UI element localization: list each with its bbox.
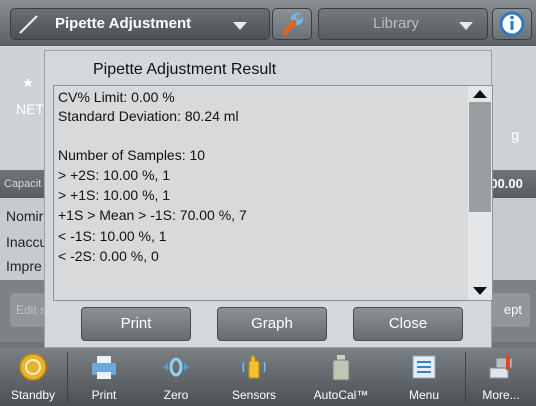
standby-icon [19, 353, 47, 381]
print-button[interactable]: Print [81, 307, 191, 341]
toolbar-autocal[interactable]: AutoCal™ [296, 348, 386, 406]
toolbar-autocal-label: AutoCal™ [313, 388, 369, 402]
scroll-up-arrow-icon[interactable] [473, 90, 487, 98]
result-line-minus2s: < -2S: 0.00 %, 0 [58, 248, 159, 264]
dialog-title: Pipette Adjustment Result [93, 61, 277, 78]
graph-button[interactable]: Graph [217, 307, 327, 341]
info-icon [499, 11, 525, 37]
toolbar-zero[interactable]: Zero [140, 348, 212, 406]
zero-icon [163, 357, 189, 377]
bottom-toolbar: Standby Print Zero Sensors AutoCal™ Menu… [0, 348, 536, 406]
library-label: Library [373, 15, 419, 32]
toolbar-more[interactable]: More... [466, 348, 536, 406]
toolbar-more-label: More... [482, 388, 520, 402]
unit-label: g [511, 127, 520, 144]
row-label-nominal: Nomir [6, 208, 44, 224]
pencil-icon [19, 15, 38, 34]
more-icon [489, 356, 513, 379]
toolbar-print[interactable]: Print [68, 348, 140, 406]
net-label: NET [16, 101, 44, 117]
result-line-cv-limit: CV% Limit: 0.00 % [58, 89, 175, 105]
wrench-button[interactable] [272, 8, 312, 40]
library-selector[interactable]: Library [318, 8, 488, 40]
result-line-minus1s: < -1S: 10.00 %, 1 [58, 228, 167, 244]
top-bar: Pipette Adjustment Library [0, 0, 536, 46]
toolbar-zero-label: Zero [163, 388, 189, 402]
result-line-samples: Number of Samples: 10 [58, 147, 206, 163]
result-line-mean: +1S > Mean > -1S: 70.00 %, 7 [58, 207, 247, 223]
result-line-plus2s: > +2S: 10.00 %, 1 [58, 167, 171, 183]
capacity-label: Capacit [4, 178, 42, 190]
toolbar-print-label: Print [91, 388, 117, 402]
toolbar-menu-label: Menu [408, 388, 440, 402]
toolbar-sensors[interactable]: Sensors [212, 348, 296, 406]
row-label-imprecision: Impre [6, 258, 42, 274]
calibration-weight-icon [332, 355, 350, 381]
wrench-icon [282, 13, 303, 36]
toolbar-sensors-label: Sensors [231, 388, 277, 402]
hand-sensor-icon [242, 355, 266, 379]
stable-indicator: * [24, 76, 32, 98]
result-line-std-dev: Standard Deviation: 80.24 ml [58, 108, 239, 124]
result-dialog: Pipette Adjustment Result CV% Limit: 0.0… [44, 50, 493, 348]
result-text-area: CV% Limit: 0.00 % Standard Deviation: 80… [53, 85, 493, 301]
menu-icon [412, 355, 436, 379]
toolbar-standby[interactable]: Standby [0, 348, 66, 406]
toolbar-menu[interactable]: Menu [386, 348, 462, 406]
chevron-down-icon [459, 22, 473, 30]
application-selector[interactable]: Pipette Adjustment [10, 8, 270, 40]
info-button[interactable] [492, 8, 532, 40]
scrollbar-thumb[interactable] [469, 102, 491, 212]
scroll-down-arrow-icon[interactable] [473, 287, 487, 295]
close-button[interactable]: Close [353, 307, 463, 341]
row-label-inaccuracy: Inaccu [6, 234, 48, 250]
chevron-down-icon [233, 22, 247, 30]
result-line-plus1s: > +1S: 10.00 %, 1 [58, 187, 171, 203]
application-name: Pipette Adjustment [55, 15, 192, 32]
vertical-scrollbar[interactable] [468, 86, 492, 300]
printer-icon [92, 356, 116, 379]
toolbar-standby-label: Standby [10, 388, 56, 402]
